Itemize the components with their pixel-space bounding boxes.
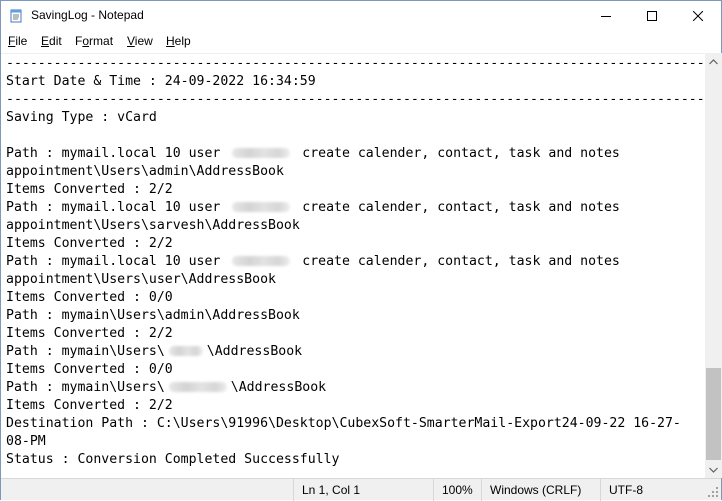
scroll-down-button[interactable] [705, 461, 722, 478]
menu-bar: File Edit Format View Help [1, 32, 721, 52]
text-line: Saving Type : vCard [6, 110, 157, 125]
title-bar[interactable]: SavingLog - Notepad [1, 1, 721, 31]
zoom-level: 100% [433, 479, 481, 501]
cursor-position: Ln 1, Col 1 [293, 479, 433, 501]
redacted-text [232, 202, 291, 212]
text-line: Path : mymain\Users\ \AddressBook [6, 344, 303, 359]
redacted-text [168, 346, 203, 356]
text-line: appointment\Users\admin\AddressBook [6, 164, 284, 179]
text-line: Start Date & Time : 24-09-2022 16:34:59 [6, 74, 316, 89]
chevron-down-icon [709, 467, 718, 473]
close-icon [693, 11, 703, 21]
window-title: SavingLog - Notepad [31, 8, 144, 22]
text-line: Items Converted : 2/2 [6, 326, 173, 341]
text-line: ----------------------------------------… [6, 56, 705, 71]
menu-format[interactable]: Format [75, 34, 113, 48]
text-line: Status : Conversion Completed Successful… [6, 452, 340, 467]
text-line: Items Converted : 2/2 [6, 398, 173, 413]
redacted-text [232, 148, 291, 158]
text-line: Path : mymail.local 10 user create calen… [6, 146, 620, 161]
text-line: ----------------------------------------… [6, 92, 705, 107]
minimize-icon [601, 16, 611, 17]
redacted-text [168, 382, 227, 392]
maximize-icon [647, 11, 657, 21]
scroll-up-button[interactable] [705, 53, 722, 70]
text-line: Destination Path : C:\Users\91996\Deskto… [6, 416, 681, 431]
menu-view[interactable]: View [127, 34, 153, 48]
menu-file[interactable]: File [8, 34, 27, 48]
text-line: Items Converted : 2/2 [6, 236, 173, 251]
text-line: Items Converted : 0/0 [6, 362, 173, 377]
text-line: appointment\Users\sarvesh\AddressBook [6, 218, 300, 233]
resize-grip-icon[interactable] [707, 486, 719, 498]
text-line: Items Converted : 2/2 [6, 182, 173, 197]
text-line: Path : mymail.local 10 user create calen… [6, 200, 620, 215]
vertical-scrollbar[interactable] [705, 53, 722, 478]
encoding: UTF-8 [600, 479, 710, 501]
scroll-thumb[interactable] [706, 368, 721, 460]
close-button[interactable] [675, 1, 721, 31]
text-line: Path : mymail.local 10 user create calen… [6, 254, 620, 269]
notepad-app-icon [10, 9, 22, 23]
notepad-window: SavingLog - Notepad File Edit Format Vie… [0, 0, 722, 501]
text-line: Path : mymain\Users\admin\AddressBook [6, 308, 300, 323]
line-ending: Windows (CRLF) [481, 479, 600, 501]
text-line: 08-PM [6, 434, 46, 449]
menu-help[interactable]: Help [166, 34, 191, 48]
maximize-button[interactable] [629, 1, 675, 31]
text-line: Path : mymain\Users\ \AddressBook [6, 380, 327, 395]
redacted-text [232, 256, 291, 266]
menu-edit[interactable]: Edit [41, 34, 62, 48]
minimize-button[interactable] [583, 1, 629, 31]
text-line: appointment\Users\user\AddressBook [6, 272, 276, 287]
text-editor-area[interactable]: ----------------------------------------… [1, 53, 705, 478]
text-line: Items Converted : 0/0 [6, 290, 173, 305]
status-bar: Ln 1, Col 1 100% Windows (CRLF) UTF-8 [1, 478, 721, 501]
chevron-up-icon [709, 58, 718, 64]
